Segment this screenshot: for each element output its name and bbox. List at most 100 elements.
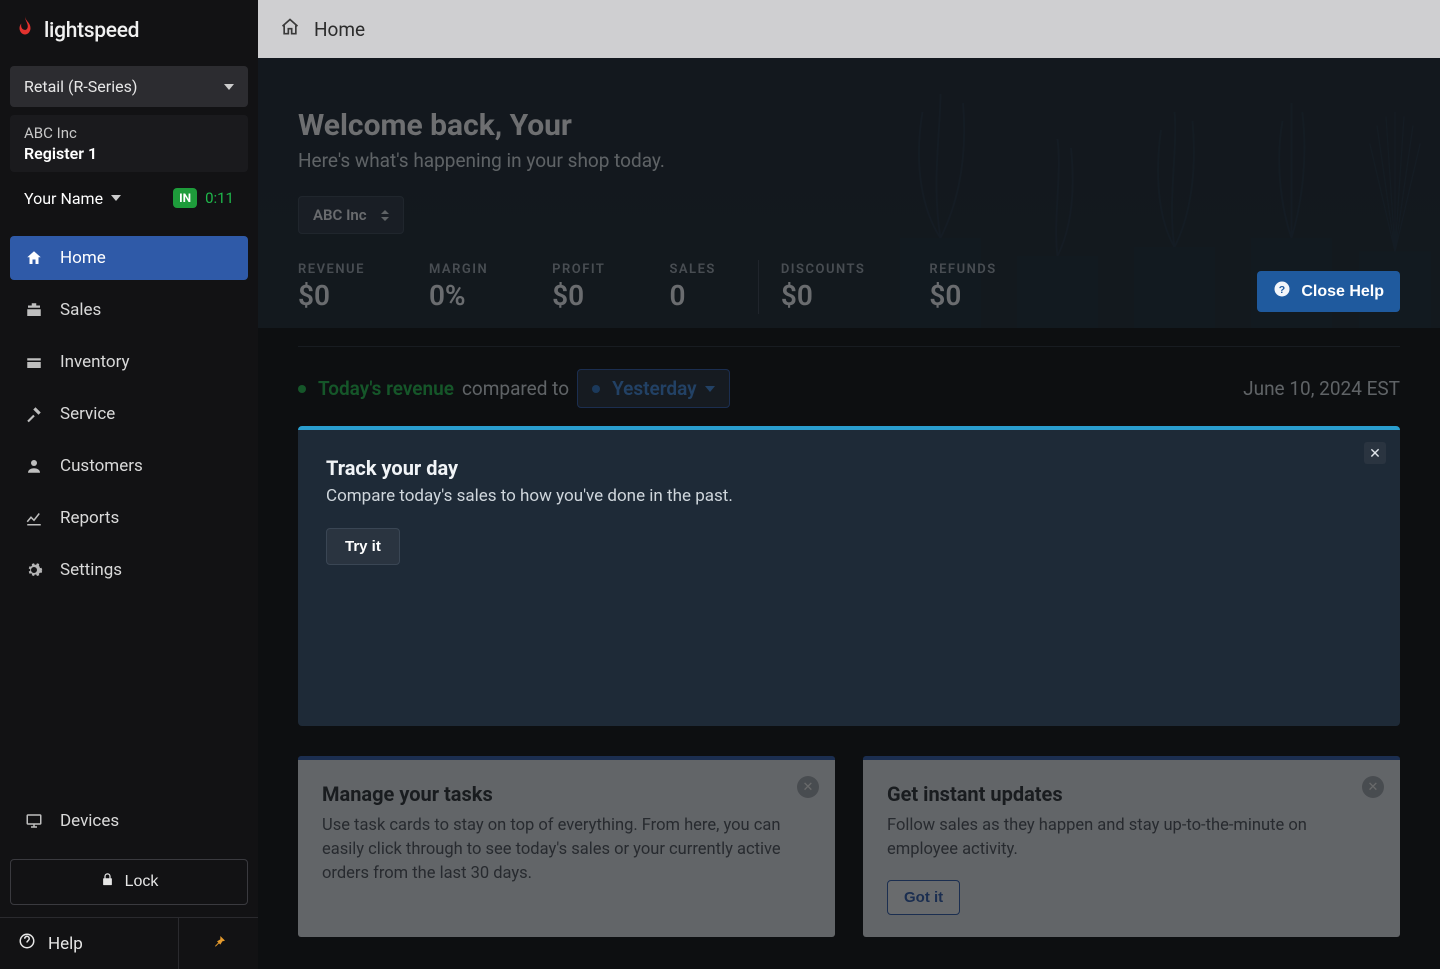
dismiss-icon[interactable]: ✕: [797, 776, 819, 798]
dot-icon: [298, 385, 306, 393]
card-body: Follow sales as they happen and stay up-…: [887, 814, 1376, 862]
user-icon: [24, 456, 44, 476]
shop-selector[interactable]: ABC Inc: [298, 196, 404, 234]
compare-row: Today's revenue compared to Yesterday Ju…: [258, 347, 1440, 422]
cash-register-icon: [24, 300, 44, 320]
nav-devices[interactable]: Devices: [10, 799, 248, 843]
card-body: Use task cards to stay on top of everyth…: [322, 814, 811, 886]
metric-label: REVENUE: [298, 262, 365, 277]
metric-label: DISCOUNTS: [781, 262, 865, 277]
chevron-down-icon: [224, 84, 234, 90]
home-icon: [24, 248, 44, 268]
panel-title: Track your day: [326, 456, 1372, 480]
metric-label: SALES: [669, 262, 715, 277]
nav-label: Home: [60, 248, 106, 268]
help-button[interactable]: Help: [0, 918, 178, 969]
help-icon: [18, 932, 36, 955]
compared-to-label: compared to: [462, 377, 569, 400]
card-title: Manage your tasks: [322, 782, 811, 806]
product-selector-label: Retail (R-Series): [24, 77, 137, 96]
track-day-panel: ✕ Track your day Compare today's sales t…: [298, 426, 1400, 726]
gear-icon: [24, 560, 44, 580]
metric-value: $0: [552, 279, 605, 312]
shop-selector-label: ABC Inc: [313, 206, 367, 224]
nav-sales[interactable]: Sales: [10, 288, 248, 332]
box-icon: [24, 352, 44, 372]
page-title: Home: [314, 18, 365, 41]
svg-text:?: ?: [1279, 284, 1285, 296]
nav-inventory[interactable]: Inventory: [10, 340, 248, 384]
nav-customers[interactable]: Customers: [10, 444, 248, 488]
nav-label: Devices: [60, 811, 119, 831]
content: Welcome back, Your Here's what's happeni…: [258, 58, 1440, 969]
metric-value: 0%: [429, 279, 488, 312]
nav-label: Settings: [60, 560, 122, 580]
lock-label: Lock: [125, 873, 159, 891]
nav-label: Sales: [60, 300, 101, 320]
dismiss-icon[interactable]: ✕: [1362, 776, 1384, 798]
sort-icon: [381, 210, 389, 221]
nav-label: Inventory: [60, 352, 130, 372]
compare-target-chip[interactable]: Yesterday: [577, 369, 730, 408]
lock-button[interactable]: Lock: [10, 859, 248, 905]
shop-register-block[interactable]: ABC Inc Register 1: [10, 115, 248, 172]
card-manage-tasks: ✕ Manage your tasks Use task cards to st…: [298, 756, 835, 937]
product-selector[interactable]: Retail (R-Series): [10, 66, 248, 107]
lock-icon: [100, 872, 115, 892]
card-title: Get instant updates: [887, 782, 1376, 806]
metric-label: MARGIN: [429, 262, 488, 277]
metric-label: PROFIT: [552, 262, 605, 277]
panel-body: Compare today's sales to how you've done…: [326, 486, 1372, 506]
sidebar-bottom: Devices Lock: [0, 799, 258, 917]
metric-revenue: REVENUE $0: [298, 260, 365, 314]
clock-in-badge: IN: [173, 188, 197, 208]
chevron-down-icon: [111, 195, 121, 201]
compare-target-label: Yesterday: [612, 377, 697, 400]
clock-timer: 0:11: [205, 189, 234, 207]
sidebar-footer: Help: [0, 917, 258, 969]
primary-nav: Home Sales Inventory Service Customers R…: [0, 236, 258, 799]
user-name: Your Name: [24, 189, 103, 208]
close-icon[interactable]: ✕: [1364, 442, 1386, 464]
metric-value: $0: [781, 279, 865, 312]
metric-value: 0: [669, 279, 715, 312]
pin-icon: [211, 934, 227, 954]
metric-sales: SALES 0: [669, 260, 715, 314]
sidebar: lightspeed Retail (R-Series) ABC Inc Reg…: [0, 0, 258, 969]
current-date: June 10, 2024 EST: [1243, 377, 1400, 400]
topbar: Home: [258, 0, 1440, 58]
metric-discounts: DISCOUNTS $0: [758, 260, 865, 314]
close-help-label: Close Help: [1301, 283, 1384, 301]
metric-label: REFUNDS: [929, 262, 996, 277]
nav-reports[interactable]: Reports: [10, 496, 248, 540]
register-name: Register 1: [24, 144, 234, 163]
monitor-icon: [24, 811, 44, 831]
flame-icon: [14, 16, 36, 46]
got-it-button[interactable]: Got it: [887, 880, 960, 915]
close-help-button[interactable]: ? Close Help: [1257, 271, 1400, 312]
cards-row: ✕ Manage your tasks Use task cards to st…: [258, 726, 1440, 937]
help-circle-icon: ?: [1273, 280, 1291, 303]
help-label: Help: [48, 934, 83, 954]
metric-profit: PROFIT $0: [552, 260, 605, 314]
pin-button[interactable]: [178, 918, 258, 969]
nav-service[interactable]: Service: [10, 392, 248, 436]
metric-value: $0: [298, 279, 365, 312]
nav-label: Reports: [60, 508, 119, 528]
hammer-icon: [24, 404, 44, 424]
chevron-down-icon: [705, 386, 715, 392]
brand-text: lightspeed: [44, 19, 139, 43]
metric-value: $0: [929, 279, 996, 312]
user-row[interactable]: Your Name IN 0:11: [10, 174, 248, 222]
metric-refunds: REFUNDS $0: [929, 260, 996, 314]
nav-label: Service: [60, 404, 115, 424]
try-it-button[interactable]: Try it: [326, 528, 400, 565]
main: Home: [258, 0, 1440, 969]
nav-home[interactable]: Home: [10, 236, 248, 280]
chart-icon: [24, 508, 44, 528]
brand-logo[interactable]: lightspeed: [0, 0, 258, 60]
nav-label: Customers: [60, 456, 143, 476]
revenue-label: Today's revenue: [318, 377, 454, 400]
metrics-row: REVENUE $0 MARGIN 0% PROFIT $0 SALES: [298, 260, 1400, 314]
nav-settings[interactable]: Settings: [10, 548, 248, 592]
